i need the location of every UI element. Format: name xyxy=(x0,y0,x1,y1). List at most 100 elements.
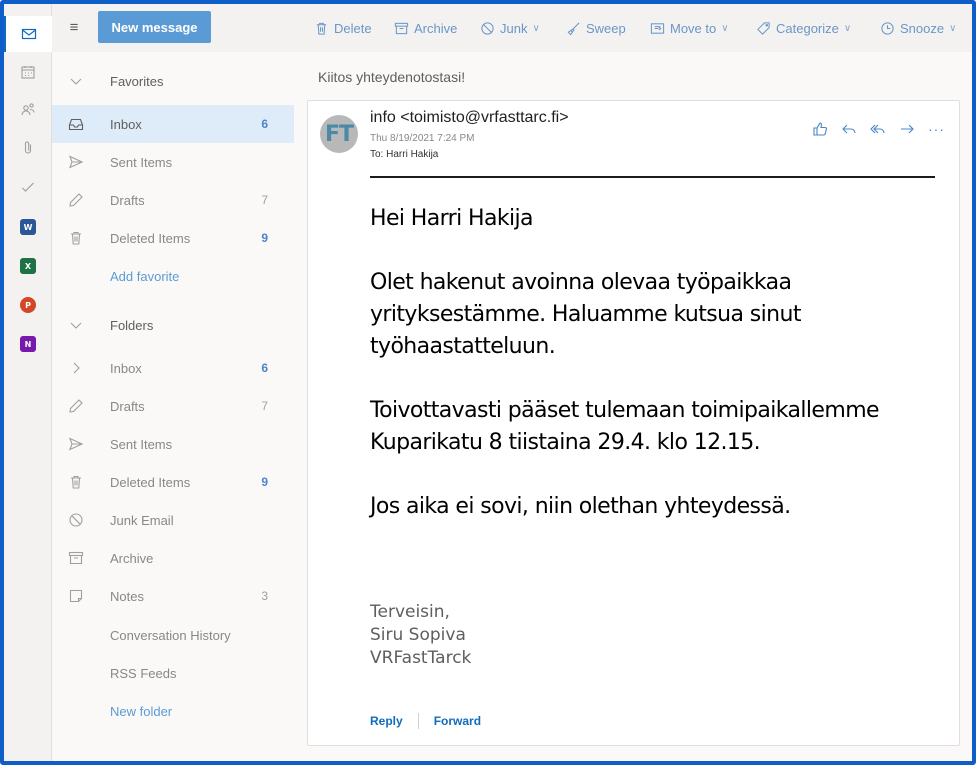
pencil-icon xyxy=(68,192,84,208)
chevron-down-icon: ∨ xyxy=(949,22,957,34)
favorite-item-drafts[interactable]: Drafts 7 xyxy=(52,181,294,219)
folder-item-deleted[interactable]: Deleted Items 9 xyxy=(52,463,294,501)
favorites-label: Favorites xyxy=(110,73,164,89)
attachment-icon[interactable] xyxy=(4,130,52,166)
signature-line-3: VRFastTarck xyxy=(370,648,472,668)
chevron-down-icon xyxy=(68,73,84,89)
favorite-inbox-label: Inbox xyxy=(110,116,142,132)
hamburger-menu-icon[interactable]: ≡ xyxy=(66,20,82,36)
reply-all-icon[interactable] xyxy=(870,121,886,137)
mail-icon[interactable] xyxy=(4,16,52,52)
people-icon[interactable] xyxy=(4,91,52,127)
new-folder-label: New folder xyxy=(110,703,173,719)
move-to-label: Move to xyxy=(670,20,717,36)
body-paragraph-2: Toivottavasti pääset tulemaan toimipaika… xyxy=(370,398,880,455)
favorite-drafts-label: Drafts xyxy=(110,192,145,208)
folder-item-junk[interactable]: Junk Email xyxy=(52,501,294,539)
reply-link[interactable]: Reply xyxy=(370,714,403,728)
folder-item-inbox[interactable]: Inbox 6 xyxy=(52,349,294,387)
junk-button[interactable]: Junk ∨ xyxy=(480,17,540,39)
delete-label: Delete xyxy=(334,20,372,36)
reply-icon[interactable] xyxy=(841,121,857,137)
todo-icon[interactable] xyxy=(4,169,52,205)
favorites-header[interactable]: Favorites xyxy=(52,62,294,100)
body-paragraph-3: Jos aika ei sovi, niin olethan yhteydess… xyxy=(370,494,791,519)
body-greeting: Hei Harri Hakija xyxy=(370,206,533,231)
folder-pane: Favorites Inbox 6 Sent Items Drafts 7 De… xyxy=(52,52,294,761)
reading-pane: Kiitos yhteydenotostasi! FT info <toimis… xyxy=(294,52,972,761)
snooze-button[interactable]: Snooze ∨ xyxy=(880,17,956,39)
folder-deleted-label: Deleted Items xyxy=(110,474,191,490)
favorite-sent-label: Sent Items xyxy=(110,154,173,170)
sweep-button[interactable]: Sweep xyxy=(566,17,626,39)
signature-line-2: Siru Sopiva xyxy=(370,625,466,645)
calendar-icon[interactable] xyxy=(4,54,52,90)
folder-item-drafts[interactable]: Drafts 7 xyxy=(52,387,294,425)
forward-link[interactable]: Forward xyxy=(434,714,481,728)
folder-conversation-history-label: Conversation History xyxy=(110,627,231,643)
add-favorite-label: Add favorite xyxy=(110,268,180,284)
reply-bar: Reply Forward xyxy=(370,713,481,729)
excel-icon[interactable]: X xyxy=(4,248,52,284)
folder-drafts-label: Drafts xyxy=(110,398,145,414)
new-message-button[interactable]: New message xyxy=(98,11,211,43)
chevron-down-icon: ∨ xyxy=(843,22,852,34)
folder-rss-feeds-label: RSS Feeds xyxy=(110,665,177,681)
block-icon xyxy=(68,512,84,528)
trash-icon xyxy=(316,22,327,35)
more-actions-icon[interactable]: ··· xyxy=(928,121,945,137)
snooze-label: Snooze xyxy=(900,20,945,36)
add-favorite-link[interactable]: Add favorite xyxy=(52,257,294,295)
favorite-item-inbox[interactable]: Inbox 6 xyxy=(52,105,294,143)
sender-address[interactable]: info <toimisto@vrfasttarc.fi> xyxy=(370,109,569,127)
app-rail: W X P N xyxy=(4,4,52,761)
favorite-item-deleted[interactable]: Deleted Items 9 xyxy=(52,219,294,257)
word-icon[interactable]: W xyxy=(4,209,52,245)
archive-icon xyxy=(68,550,84,566)
body-paragraph-1: Olet hakenut avoinna olevaa työpaikkaa y… xyxy=(370,270,801,359)
word-tile: W xyxy=(20,219,36,235)
folder-inbox-count: 6 xyxy=(261,361,268,375)
inbox-icon xyxy=(68,116,84,132)
send-icon xyxy=(68,154,84,170)
message-subject: Kiitos yhteydenotostasi! xyxy=(318,69,466,85)
folder-notes-label: Notes xyxy=(110,588,144,604)
delete-button[interactable]: Delete xyxy=(314,17,372,39)
folder-item-notes[interactable]: Notes 3 xyxy=(52,577,294,615)
signature: Terveisin, Siru Sopiva VRFastTarck xyxy=(370,601,471,670)
folder-item-archive[interactable]: Archive xyxy=(52,539,294,577)
folder-item-sent[interactable]: Sent Items xyxy=(52,425,294,463)
powerpoint-icon[interactable]: P xyxy=(4,287,52,323)
chevron-right-icon xyxy=(68,360,84,376)
folder-notes-count: 3 xyxy=(261,589,268,603)
sweep-icon xyxy=(567,22,580,35)
chevron-down-icon: ∨ xyxy=(721,22,729,34)
folder-inbox-label: Inbox xyxy=(110,360,142,376)
archive-label: Archive xyxy=(414,20,458,36)
folder-archive-label: Archive xyxy=(110,550,154,566)
categorize-label: Categorize xyxy=(776,20,839,36)
message-actions: ··· xyxy=(812,121,945,137)
like-icon[interactable] xyxy=(812,121,828,137)
categorize-button[interactable]: Categorize ∨ xyxy=(756,17,851,39)
command-bar: ≡ New message Delete Archive Junk ∨ Swee… xyxy=(52,4,972,52)
message-card: FT info <toimisto@vrfasttarc.fi> Thu 8/1… xyxy=(307,100,960,746)
new-folder-link[interactable]: New folder xyxy=(52,692,294,730)
avatar[interactable]: FT xyxy=(320,115,358,153)
junk-label: Junk xyxy=(500,20,528,36)
folder-drafts-count: 7 xyxy=(261,399,268,413)
clock-icon xyxy=(881,21,894,35)
onenote-icon[interactable]: N xyxy=(4,326,52,362)
folder-item-conversation-history[interactable]: Conversation History xyxy=(52,616,294,654)
favorite-deleted-count: 9 xyxy=(261,231,268,245)
folder-item-rss-feeds[interactable]: RSS Feeds xyxy=(52,654,294,692)
onenote-tile: N xyxy=(20,336,36,352)
archive-button[interactable]: Archive xyxy=(394,17,457,39)
message-body: Hei Harri Hakija Olet hakenut avoinna ol… xyxy=(370,203,945,555)
move-to-button[interactable]: Move to ∨ xyxy=(650,17,729,39)
folders-header[interactable]: Folders xyxy=(52,306,294,344)
recipient-name[interactable]: Harri Hakija xyxy=(386,149,438,160)
forward-icon[interactable] xyxy=(899,121,915,137)
favorite-item-sent[interactable]: Sent Items xyxy=(52,143,294,181)
to-label: To: xyxy=(370,149,384,160)
